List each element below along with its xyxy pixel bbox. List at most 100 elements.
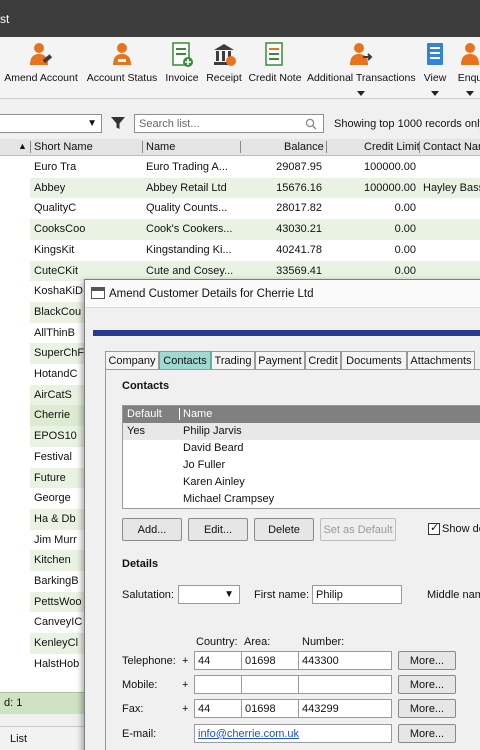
tab-trading[interactable]: Trading bbox=[211, 351, 255, 370]
cell-balance: 40241.78 bbox=[276, 243, 322, 256]
contacts-table-header: Default Name bbox=[123, 406, 480, 423]
amend-customer-dialog: Amend Customer Details for Cherrie Ltd C… bbox=[84, 279, 480, 750]
show-checkbox-label: Show de bbox=[442, 523, 480, 535]
person-edit-icon bbox=[28, 41, 54, 69]
search-input[interactable]: Search list... bbox=[134, 114, 324, 133]
cell-name: Cook's Cookers... bbox=[146, 223, 233, 236]
additional-transactions-button[interactable]: Additional Transactions bbox=[307, 41, 416, 97]
show-checkbox[interactable] bbox=[428, 521, 440, 535]
cell-short-name: George bbox=[34, 492, 71, 505]
column-short-name[interactable]: Short Name bbox=[34, 141, 93, 153]
table-row[interactable]: CooksCoo Cook's Cookers... 43030.21 0.00 bbox=[0, 219, 480, 240]
cell-short-name: Future bbox=[34, 471, 66, 484]
edit-contact-button[interactable]: Edit... bbox=[188, 518, 248, 541]
fax-number-field[interactable]: 443299 bbox=[298, 699, 392, 718]
salutation-label: Salutation: bbox=[122, 589, 174, 601]
contacts-panel: Contacts Default Name Yes Philip Jarvis Da… bbox=[105, 369, 480, 750]
filter-icon[interactable] bbox=[110, 115, 126, 134]
set-default-button[interactable]: Set as Default bbox=[320, 518, 396, 541]
cell-short-name: CuteCKit bbox=[34, 264, 79, 277]
list-header: ▲ Short Name Name Balance Credit Limit C… bbox=[0, 139, 480, 156]
mobile-more-button[interactable]: More... bbox=[398, 675, 456, 694]
contact-row[interactable]: Jo Fuller bbox=[123, 457, 480, 474]
dialog-titlebar: Amend Customer Details for Cherrie Ltd bbox=[85, 280, 480, 308]
status-text: d: 1 bbox=[4, 697, 23, 709]
cell-short-name: Euro Tra bbox=[34, 161, 77, 173]
account-status-button[interactable]: Account Status bbox=[85, 41, 159, 97]
table-row[interactable]: QualityC Quality Counts... 28017.82 0.00 bbox=[0, 198, 480, 219]
salutation-select[interactable]: ▼ bbox=[178, 585, 240, 604]
plus-sign: + bbox=[182, 679, 189, 691]
search-icon[interactable] bbox=[305, 118, 317, 133]
contact-name: Michael Crampsey bbox=[183, 493, 275, 505]
column-contact-name[interactable]: Name bbox=[183, 408, 212, 420]
tab-payment[interactable]: Payment bbox=[255, 351, 305, 370]
first-name-field[interactable]: Philip bbox=[312, 585, 402, 604]
cell-short-name: BlackCou bbox=[34, 305, 82, 318]
contacts-table: Default Name Yes Philip Jarvis David Beard… bbox=[122, 405, 480, 509]
tab-list[interactable]: List bbox=[10, 733, 27, 745]
cell-balance: 43030.21 bbox=[276, 223, 322, 236]
mobile-area-field[interactable] bbox=[241, 675, 299, 694]
column-balance[interactable]: Balance bbox=[284, 141, 324, 153]
email-field[interactable]: info@cherrie.com.uk bbox=[194, 724, 392, 743]
receipt-button[interactable]: Receipt bbox=[205, 41, 243, 97]
fax-more-button[interactable]: More... bbox=[398, 699, 456, 718]
column-credit-limit[interactable]: Credit Limit bbox=[364, 141, 420, 153]
add-contact-button[interactable]: Add... bbox=[122, 518, 182, 541]
cell-balance: 29087.95 bbox=[276, 161, 322, 173]
cell-short-name: PettsWoo bbox=[34, 595, 82, 608]
view-button[interactable]: View bbox=[420, 41, 450, 97]
cell-short-name: Abbey bbox=[34, 181, 66, 194]
cell-name: Euro Trading A... bbox=[146, 161, 228, 173]
mobile-country-field[interactable] bbox=[194, 675, 242, 694]
invoice-icon bbox=[169, 41, 195, 69]
amend-account-button[interactable]: Amend Account bbox=[4, 41, 78, 97]
column-default[interactable]: Default bbox=[127, 408, 162, 420]
contact-row[interactable]: Michael Crampsey bbox=[123, 491, 480, 508]
telephone-number-field[interactable]: 443300 bbox=[298, 651, 392, 670]
tab-attachments[interactable]: Attachments bbox=[407, 351, 475, 370]
table-row[interactable]: Abbey Abbey Retail Ltd 15676.16 100000.00 Ha… bbox=[0, 177, 480, 199]
status-bar: d: 1 bbox=[0, 692, 84, 714]
column-contact-name[interactable]: Contact Nam bbox=[423, 141, 480, 153]
enquiry-button[interactable]: Enqu bbox=[455, 41, 480, 97]
middle-name-label: Middle name bbox=[427, 589, 480, 601]
plus-sign: + bbox=[182, 703, 189, 715]
details-section-title: Details bbox=[122, 558, 159, 570]
tab-company[interactable]: Company bbox=[105, 351, 159, 370]
telephone-area-field[interactable]: 01698 bbox=[241, 651, 299, 670]
contact-row[interactable]: David Beard bbox=[123, 440, 480, 457]
cell-short-name: KenleyCl bbox=[34, 637, 79, 650]
records-count-label: Showing top 1000 records only bbox=[334, 118, 480, 130]
mobile-number-field[interactable] bbox=[298, 675, 392, 694]
telephone-country-field[interactable]: 44 bbox=[194, 651, 242, 670]
cell-short-name: EPOS10 bbox=[34, 430, 77, 443]
area-column-label: Area: bbox=[244, 636, 271, 648]
fax-area-field[interactable]: 01698 bbox=[241, 699, 299, 718]
column-name[interactable]: Name bbox=[146, 141, 175, 153]
window-titlebar: st bbox=[0, 0, 480, 37]
enquiry-icon bbox=[457, 41, 480, 69]
credit-note-button[interactable]: Credit Note bbox=[248, 41, 302, 97]
telephone-more-button[interactable]: More... bbox=[398, 651, 456, 670]
contact-row[interactable]: Yes Philip Jarvis bbox=[123, 423, 480, 440]
filter-dropdown[interactable]: ▼ bbox=[0, 114, 102, 133]
cell-credit-limit: 100000.00 bbox=[364, 181, 416, 194]
toolbar: Amend Account Account Status Invoice Rec… bbox=[0, 37, 480, 99]
delete-contact-button[interactable]: Delete bbox=[254, 518, 314, 541]
fax-country-field[interactable]: 44 bbox=[194, 699, 242, 718]
contact-name: David Beard bbox=[183, 442, 244, 454]
table-row[interactable]: KingsKit Kingstanding Ki... 40241.78 0.00 bbox=[0, 240, 480, 261]
tab-credit[interactable]: Credit bbox=[305, 351, 341, 370]
cell-short-name: CanveyIC bbox=[34, 616, 83, 629]
tab-documents[interactable]: Documents bbox=[341, 351, 407, 370]
cell-credit-limit: 0.00 bbox=[394, 243, 416, 256]
sort-ascending-icon[interactable]: ▲ bbox=[18, 141, 27, 151]
invoice-button[interactable]: Invoice bbox=[164, 41, 200, 97]
credit-note-icon bbox=[262, 41, 288, 69]
table-row[interactable]: Euro Tra Euro Trading A... 29087.95 100000.… bbox=[0, 157, 480, 178]
email-more-button[interactable]: More... bbox=[398, 724, 456, 743]
contact-row[interactable]: Karen Ainley bbox=[123, 474, 480, 491]
tab-contacts[interactable]: Contacts bbox=[159, 351, 211, 370]
